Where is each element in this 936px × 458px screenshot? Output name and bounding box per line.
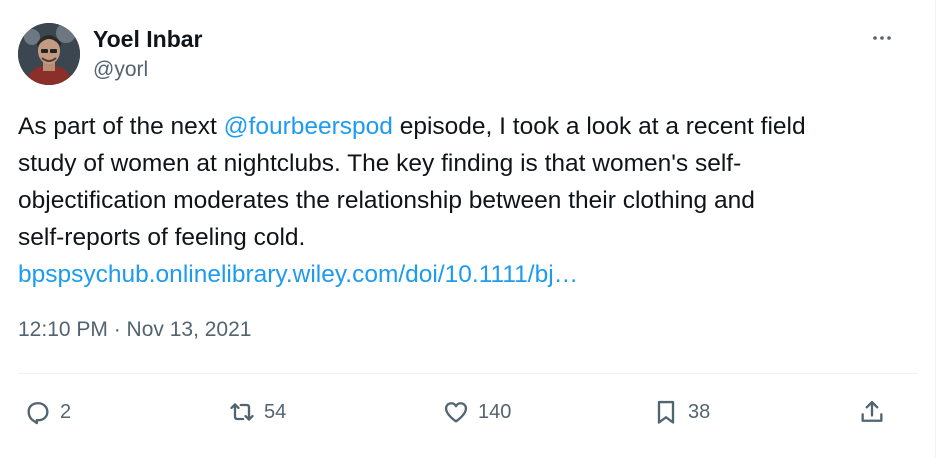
author-name[interactable]: Yoel Inbar <box>93 26 203 53</box>
more-options-button[interactable] <box>868 28 896 48</box>
divider <box>18 373 918 374</box>
like-count: 140 <box>478 400 512 423</box>
reply-icon <box>27 402 49 425</box>
like-button[interactable]: 140 <box>442 397 511 427</box>
retweet-icon <box>230 403 254 421</box>
external-link[interactable]: bpspsychub.onlinelibrary.wiley.com/doi/1… <box>18 256 898 293</box>
bookmark-button[interactable]: 38 <box>652 397 710 427</box>
share-icon <box>861 400 883 422</box>
reply-button[interactable]: 2 <box>24 397 71 427</box>
reply-count: 2 <box>60 400 72 423</box>
tweet-line-3: objectification moderates the relationsh… <box>18 187 755 214</box>
retweet-button[interactable]: 54 <box>228 397 286 427</box>
tweet-line-2: study of women at nightclubs. The key fi… <box>18 150 742 177</box>
retweet-count: 54 <box>264 400 287 423</box>
author-handle[interactable]: @yorl <box>93 58 148 82</box>
mention-link[interactable]: @fourbeerspod <box>224 113 393 140</box>
tweet-line-1: As part of the next @fourbeerspod episod… <box>18 108 898 145</box>
avatar[interactable] <box>18 23 80 85</box>
share-button[interactable] <box>858 397 886 427</box>
bookmark-icon <box>657 400 675 424</box>
tweet-card: Yoel Inbar @yorl As part of the next @fo… <box>0 0 936 458</box>
tweet-line-4: self-reports of feeling cold. <box>18 224 306 251</box>
heart-icon <box>444 402 468 423</box>
tweet-text: As part of the next @fourbeerspod episod… <box>18 108 898 293</box>
tweet-text-segment: As part of the next <box>18 113 224 140</box>
bookmark-count: 38 <box>688 400 711 423</box>
tweet-timestamp[interactable]: 12:10 PM · Nov 13, 2021 <box>18 318 251 342</box>
more-horizontal-icon <box>873 36 891 40</box>
avatar-image <box>18 23 80 85</box>
tweet-text-segment: episode, I took a look at a recent field <box>392 113 806 140</box>
